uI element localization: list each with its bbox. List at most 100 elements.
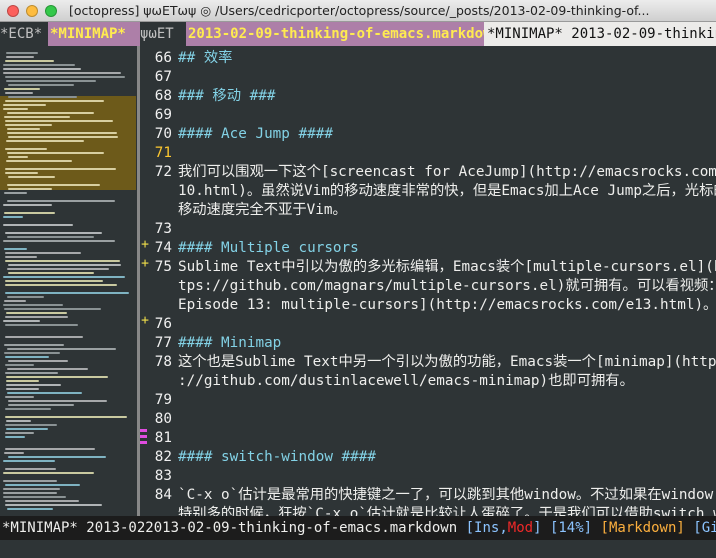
heading-line[interactable]: #### Minimap bbox=[178, 334, 281, 353]
minimap-line bbox=[5, 60, 54, 62]
tab-minimap-active[interactable]: *MINIMAP* bbox=[48, 22, 140, 46]
text-line[interactable]: 10.html)。虽然说Vim的移动速度非常的快，但是Emacs加上Ace Ju… bbox=[178, 182, 716, 201]
modeline-position-percent: [14%] bbox=[549, 520, 593, 536]
minimap-line bbox=[7, 184, 100, 186]
line-number: 77 bbox=[154, 335, 172, 351]
minimap-line bbox=[5, 504, 102, 506]
line-number: 67 bbox=[154, 69, 172, 85]
minimap-line bbox=[8, 264, 121, 266]
heading-line[interactable]: #### Multiple cursors bbox=[178, 239, 359, 258]
modified-line-marker bbox=[140, 441, 147, 444]
text-line[interactable]: tps://github.com/magnars/multiple-cursor… bbox=[178, 277, 716, 296]
minimap-line bbox=[7, 268, 109, 270]
minimap-line bbox=[5, 316, 68, 318]
heading-line[interactable]: ## 效率 bbox=[178, 49, 232, 68]
heading-line[interactable]: #### Ace Jump #### bbox=[178, 125, 333, 144]
minimize-window-button[interactable] bbox=[26, 4, 38, 17]
text-line[interactable]: Episode 13: multiple-cursors](http://ema… bbox=[178, 296, 716, 315]
minimap-line bbox=[8, 96, 77, 98]
minimap-line bbox=[5, 168, 116, 170]
modeline-modified-state: Mod bbox=[507, 520, 534, 536]
heading-line[interactable]: #### switch-window #### bbox=[178, 448, 376, 467]
zoom-window-button[interactable] bbox=[45, 4, 57, 17]
minimap-line bbox=[3, 64, 75, 66]
modified-line-marker bbox=[140, 435, 147, 438]
line-number: 83 bbox=[154, 468, 172, 484]
minimap-line bbox=[7, 112, 94, 114]
echo-area[interactable] bbox=[0, 540, 716, 558]
minimap-line bbox=[8, 84, 74, 86]
line-number: 82 bbox=[154, 449, 172, 465]
minimap-line bbox=[7, 296, 44, 298]
line-number: 76 bbox=[154, 316, 172, 332]
minimap-line bbox=[3, 224, 73, 226]
minimap-line bbox=[4, 212, 55, 214]
text-line[interactable]: ://github.com/dustinlacewell/emacs-minim… bbox=[178, 372, 634, 391]
modeline-major-mode[interactable]: [Markdown] bbox=[601, 520, 685, 536]
line-number: 66 bbox=[154, 50, 172, 66]
modeline-buffer-name: *MINIMAP* 2013-022013-02-09-thinking-of-… bbox=[2, 520, 458, 536]
minimap-line bbox=[5, 336, 83, 338]
tab-minimap-buffer[interactable]: *MINIMAP* 2013-02-09-thinking bbox=[484, 22, 716, 46]
minimap-line bbox=[5, 172, 38, 174]
minimap-line bbox=[7, 152, 104, 154]
minimap-line bbox=[7, 368, 88, 370]
minimap-line bbox=[3, 108, 28, 110]
minimap-line bbox=[5, 120, 113, 122]
line-number: 75 bbox=[154, 259, 172, 275]
heading-line[interactable]: ### 移动 ### bbox=[178, 87, 275, 106]
minimap-line bbox=[3, 240, 115, 242]
minimap-line bbox=[8, 188, 52, 190]
minimap-line bbox=[5, 436, 25, 438]
minimap-line bbox=[6, 376, 108, 378]
minimap-line bbox=[5, 356, 49, 358]
minimap-line bbox=[6, 52, 38, 54]
minimap-line bbox=[4, 88, 40, 90]
minimap-line bbox=[8, 136, 118, 138]
minimap-line bbox=[6, 388, 39, 390]
minimap-line bbox=[5, 280, 103, 282]
minimap-line bbox=[7, 392, 82, 394]
minimap-line bbox=[5, 372, 58, 374]
minimap-line bbox=[6, 56, 34, 58]
minimap-line bbox=[7, 132, 117, 134]
minimap-line bbox=[7, 128, 40, 130]
text-line[interactable]: 特别多的时候，狂按`C-x o`估计就是比较让人蛋碎了。于是我们可以借助swit… bbox=[178, 505, 716, 516]
minimap-line bbox=[4, 452, 24, 454]
minimap-line bbox=[5, 284, 117, 286]
minimap-line bbox=[7, 236, 94, 238]
text-line[interactable]: 移动速度完全不亚于Vim。 bbox=[178, 201, 347, 220]
minimap-line bbox=[4, 308, 101, 310]
minimap-line bbox=[6, 384, 61, 386]
text-line[interactable]: 这个也是Sublime Text中另一个引以为傲的功能，Emacs装一个[min… bbox=[178, 353, 716, 372]
minimap-line bbox=[3, 216, 23, 218]
tab-ecb[interactable]: *ECB* bbox=[0, 22, 48, 46]
minimap-line bbox=[5, 124, 52, 126]
line-number: 74 bbox=[154, 240, 172, 256]
minimap-line bbox=[6, 312, 67, 314]
minimap-line bbox=[5, 256, 37, 258]
text-line[interactable]: Sublime Text中引以为傲的多光标编辑，Emacs装个[multiple… bbox=[178, 258, 716, 277]
minimap-line bbox=[5, 324, 78, 326]
minimap-pane[interactable] bbox=[0, 46, 138, 516]
window-title: [octopress] ψωΕΤωψ ◎ /Users/cedricporter… bbox=[69, 3, 650, 18]
text-line[interactable]: 我们可以围观一下这个[screencast for AceJump](http:… bbox=[178, 163, 716, 182]
tab-octopress[interactable]: ψωΕΤ bbox=[140, 22, 186, 46]
tab-markdown-file-active[interactable]: 2013-02-09-thinking-of-emacs.markdown bbox=[186, 22, 484, 46]
editor-pane[interactable]: 66 ## 效率 67 68 ### 移动 ### 69 70 #### Ace Jump #… bbox=[150, 46, 716, 516]
added-line-icon: + bbox=[141, 256, 149, 271]
added-line-icon: + bbox=[141, 313, 149, 328]
modeline-ins-close: ] bbox=[533, 520, 542, 536]
minimap-line bbox=[7, 348, 116, 350]
minimap-line bbox=[6, 160, 72, 162]
minimap-line bbox=[3, 104, 46, 106]
minimap-line bbox=[3, 472, 94, 474]
minimap-line bbox=[5, 364, 34, 366]
minimap-line bbox=[3, 460, 55, 462]
close-window-button[interactable] bbox=[7, 4, 19, 17]
minimap-line bbox=[5, 260, 120, 262]
minimap-line bbox=[5, 76, 125, 78]
text-line[interactable]: `C-x o`估计是最常用的快捷键之一了，可以跳到其他window。不过如果在w… bbox=[178, 486, 713, 505]
modified-line-marker bbox=[140, 429, 147, 432]
minimap-line bbox=[7, 200, 115, 202]
